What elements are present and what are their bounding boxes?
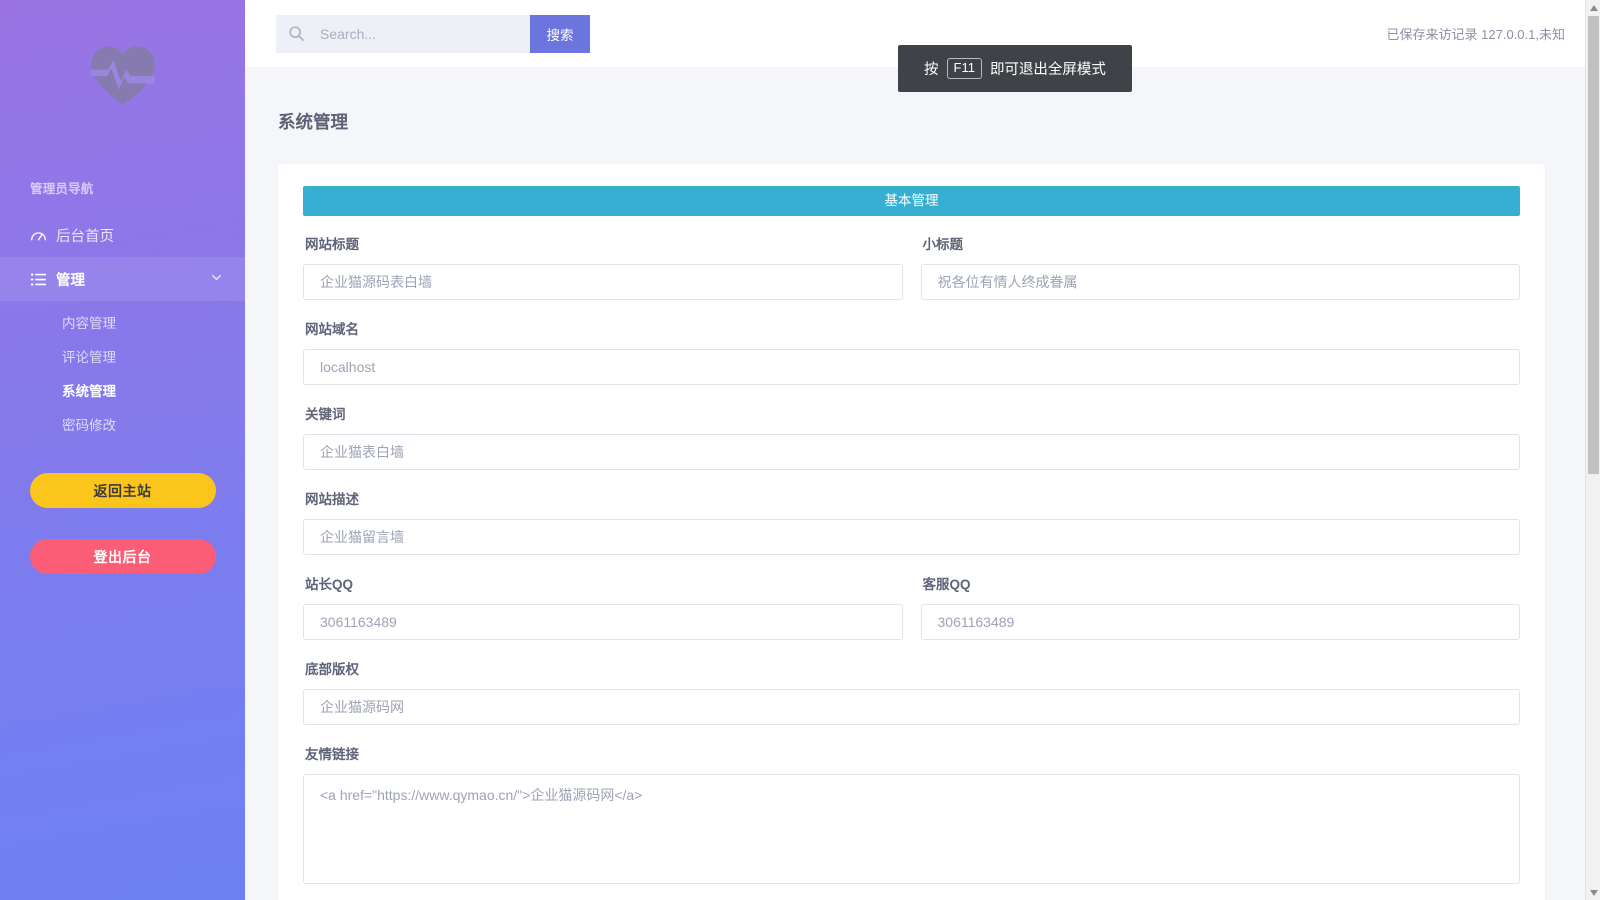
field-site-description-label: 网站描述: [305, 488, 1520, 508]
webmaster-qq-input[interactable]: [303, 604, 903, 640]
fullscreen-hint-prefix: 按: [924, 58, 939, 79]
sidebar-item-management-label: 管理: [56, 269, 210, 290]
search-icon: [288, 25, 305, 42]
sidebar-item-dashboard[interactable]: 后台首页: [0, 213, 245, 257]
field-support-qq-label: 客服QQ: [923, 573, 1521, 593]
form-row-qq: 站长QQ 客服QQ: [303, 573, 1520, 658]
field-footer-copyright-label: 底部版权: [305, 658, 1520, 678]
form-row-keywords: 关键词: [303, 403, 1520, 470]
field-site-title-label: 网站标题: [305, 233, 903, 253]
main-area: 搜索 已保存来访记录 127.0.0.1,未知 按 F11 即可退出全屏模式 系…: [245, 0, 1600, 900]
heartbeat-logo-icon: [89, 44, 157, 106]
return-to-site-button[interactable]: 返回主站: [30, 473, 216, 508]
sidebar-item-management[interactable]: 管理: [0, 257, 245, 301]
field-webmaster-qq-label: 站长QQ: [305, 573, 903, 593]
site-keywords-input[interactable]: [303, 434, 1520, 470]
field-site-subtitle: 小标题: [921, 233, 1521, 300]
sidebar-nav-heading: 管理员导航: [0, 178, 245, 197]
field-footer-copyright: 底部版权: [303, 658, 1520, 725]
field-site-title: 网站标题: [303, 233, 903, 300]
page-scrollbar[interactable]: [1585, 0, 1600, 900]
form-row-titles: 网站标题 小标题: [303, 233, 1520, 318]
search-button[interactable]: 搜索: [530, 15, 590, 53]
field-support-qq: 客服QQ: [921, 573, 1521, 640]
form-row-links: 友情链接: [303, 743, 1520, 889]
search-input[interactable]: [318, 25, 520, 43]
form-row-description: 网站描述: [303, 488, 1520, 555]
site-domain-input[interactable]: [303, 349, 1520, 385]
field-webmaster-qq: 站长QQ: [303, 573, 903, 640]
sidebar-item-dashboard-label: 后台首页: [56, 225, 223, 246]
field-site-domain: 网站域名: [303, 318, 1520, 385]
fullscreen-hint-tooltip: 按 F11 即可退出全屏模式: [898, 45, 1132, 92]
field-site-domain-label: 网站域名: [305, 318, 1520, 338]
admin-page: 管理员导航 后台首页 管理: [0, 0, 1600, 900]
sidebar-logo: [0, 0, 245, 150]
field-site-description: 网站描述: [303, 488, 1520, 555]
support-qq-input[interactable]: [921, 604, 1521, 640]
form-row-domain: 网站域名: [303, 318, 1520, 385]
visit-record-text: 已保存来访记录 127.0.0.1,未知: [1387, 24, 1565, 43]
section-header-basic: 基本管理: [303, 186, 1520, 216]
logout-button[interactable]: 登出后台: [30, 539, 216, 574]
sidebar-submenu: 内容管理 评论管理 系统管理 密码修改: [0, 305, 245, 441]
form-row-copyright: 底部版权: [303, 658, 1520, 725]
fullscreen-hint-key: F11: [947, 58, 982, 78]
field-site-keywords: 关键词: [303, 403, 1520, 470]
chevron-down-icon: [210, 271, 223, 288]
field-friendly-links: 友情链接: [303, 743, 1520, 889]
field-site-keywords-label: 关键词: [305, 403, 1520, 423]
site-subtitle-input[interactable]: [921, 264, 1521, 300]
footer-copyright-input[interactable]: [303, 689, 1520, 725]
sidebar-item-comments[interactable]: 评论管理: [0, 339, 245, 373]
speedometer-icon: [30, 227, 56, 244]
scroll-up-arrow-icon[interactable]: [1586, 0, 1600, 15]
site-title-input[interactable]: [303, 264, 903, 300]
sidebar-item-system[interactable]: 系统管理: [0, 373, 245, 407]
settings-card: 基本管理 网站标题 小标题 网站域名: [278, 164, 1545, 900]
site-description-input[interactable]: [303, 519, 1520, 555]
search-box[interactable]: [276, 15, 530, 53]
list-icon: [30, 271, 56, 288]
sidebar-item-password[interactable]: 密码修改: [0, 407, 245, 441]
field-friendly-links-label: 友情链接: [305, 743, 1520, 763]
fullscreen-hint-suffix: 即可退出全屏模式: [990, 58, 1106, 79]
sidebar-item-content[interactable]: 内容管理: [0, 305, 245, 339]
sidebar: 管理员导航 后台首页 管理: [0, 0, 245, 900]
field-site-subtitle-label: 小标题: [923, 233, 1521, 253]
search-group: 搜索: [276, 15, 590, 53]
scrollbar-thumb[interactable]: [1588, 16, 1599, 474]
friendly-links-textarea[interactable]: [303, 774, 1520, 884]
scroll-down-arrow-icon[interactable]: [1586, 885, 1600, 900]
